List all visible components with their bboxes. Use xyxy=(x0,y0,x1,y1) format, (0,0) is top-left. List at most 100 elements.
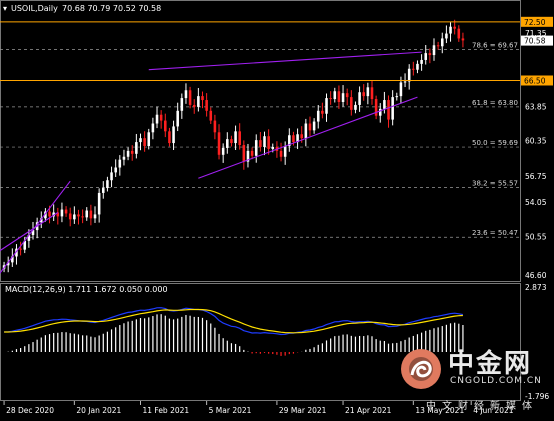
candle-body xyxy=(81,216,84,218)
price-tick: 54.05 xyxy=(525,198,547,207)
candle-body xyxy=(254,140,258,156)
candle-body xyxy=(366,87,370,97)
ohlc-values: 70.68 70.79 70.52 70.58 xyxy=(62,4,161,13)
candle-body xyxy=(238,131,241,146)
candle-body xyxy=(387,100,390,120)
channel-line[interactable] xyxy=(148,51,422,71)
candle-body xyxy=(424,53,428,60)
candle-body xyxy=(209,110,213,121)
candle-body xyxy=(304,123,308,139)
candle-body xyxy=(300,134,303,139)
candle-body xyxy=(416,63,419,70)
date-tick: 5 Mar 2021 xyxy=(209,406,252,415)
candle-body xyxy=(312,121,316,131)
candle-body xyxy=(19,248,22,250)
candle-body xyxy=(242,145,246,162)
trend-channels xyxy=(0,51,422,274)
candle-body xyxy=(97,192,101,215)
candle-body xyxy=(341,93,345,102)
candle-body xyxy=(151,123,155,133)
candle-body xyxy=(135,142,138,154)
candle-body xyxy=(283,146,287,157)
candle-body xyxy=(126,150,130,157)
macd-max-tick: 2.873 xyxy=(525,283,547,292)
candle-body xyxy=(180,98,184,111)
candle-body xyxy=(230,139,233,144)
candle-body xyxy=(139,138,142,143)
candle-body xyxy=(337,91,341,102)
macd-label: MACD(12,26,9) 1.711 1.672 0.050 0.000 xyxy=(5,285,168,294)
candle-body xyxy=(130,150,134,154)
price-tag-text: 66.50 xyxy=(524,76,546,85)
brand-name: 中金网 xyxy=(448,349,533,379)
candle-body xyxy=(64,209,68,214)
fib-label: 23.6 = 50.47 xyxy=(472,229,518,237)
candle-body xyxy=(213,120,217,133)
macd-signal-line xyxy=(4,308,463,334)
price-tag-text: 72.50 xyxy=(524,18,546,27)
date-tick: 29 Mar 2021 xyxy=(279,406,327,415)
fib-label: 50.0 = 59.69 xyxy=(472,139,518,147)
candle-body xyxy=(217,132,221,155)
candle-body xyxy=(325,98,328,114)
date-tick: 28 Dec 2020 xyxy=(6,406,54,415)
candle-body xyxy=(259,140,262,147)
candle-body xyxy=(73,214,76,220)
candle-body xyxy=(316,110,320,122)
candle-body xyxy=(358,92,361,105)
candle-body xyxy=(428,53,432,56)
brand-url: CNGOLD.COM.CN xyxy=(450,376,542,386)
candle-body xyxy=(77,214,80,217)
candle-body xyxy=(378,108,382,116)
candle-body xyxy=(383,100,386,109)
price-tick: 46.60 xyxy=(525,271,547,280)
candle-body xyxy=(172,126,175,144)
brand-slogan: 中文财经新媒体 xyxy=(426,401,538,412)
candle-body xyxy=(432,45,436,56)
date-tick: 11 Feb 2021 xyxy=(142,406,189,415)
candle-body xyxy=(176,110,179,127)
candle-body xyxy=(420,59,423,64)
candle-body xyxy=(350,97,353,110)
candle-body xyxy=(48,211,51,217)
candle-body xyxy=(449,26,452,34)
symbol-label: USOIL,Daily xyxy=(11,4,58,13)
candle-body xyxy=(412,68,415,70)
candle-body xyxy=(440,38,444,47)
candle-body xyxy=(453,26,456,29)
candle-body xyxy=(118,159,122,168)
candle-body xyxy=(85,210,89,218)
price-tick: 63.85 xyxy=(525,102,547,111)
candle-body xyxy=(354,104,357,110)
candle-body xyxy=(143,138,146,146)
candle-body xyxy=(329,98,332,100)
fib-label: 61.8 = 63.80 xyxy=(472,99,518,107)
chart-dropdown-icon[interactable]: ▾ xyxy=(3,4,7,13)
dragon-logo-icon xyxy=(401,349,441,389)
candle-body xyxy=(201,96,204,101)
candle-body xyxy=(308,123,312,131)
candle-body xyxy=(192,104,196,107)
candle-body xyxy=(221,147,225,155)
candle-body xyxy=(89,210,93,219)
price-tick: 50.55 xyxy=(525,232,547,241)
candle-body xyxy=(292,135,295,143)
date-tick: 20 Jan 2021 xyxy=(76,406,121,415)
candle-body xyxy=(159,114,163,121)
candle-body xyxy=(122,156,126,160)
candle-body xyxy=(407,68,411,82)
price-axis: 71.3563.8560.3556.7554.0550.5546.6072.50… xyxy=(521,16,553,280)
candle-body xyxy=(250,150,254,156)
candle-body xyxy=(403,81,407,83)
candle-body xyxy=(279,150,283,157)
candle-body xyxy=(234,131,237,144)
candle-body xyxy=(93,214,97,219)
candle-body xyxy=(271,146,275,149)
candle-body xyxy=(333,91,337,100)
candle-body xyxy=(101,188,105,193)
candle-body xyxy=(60,209,64,217)
price-tag-text: 70.58 xyxy=(524,37,546,46)
candle-body xyxy=(391,97,394,120)
candle-body xyxy=(114,167,117,173)
price-tick: 56.75 xyxy=(525,172,547,181)
